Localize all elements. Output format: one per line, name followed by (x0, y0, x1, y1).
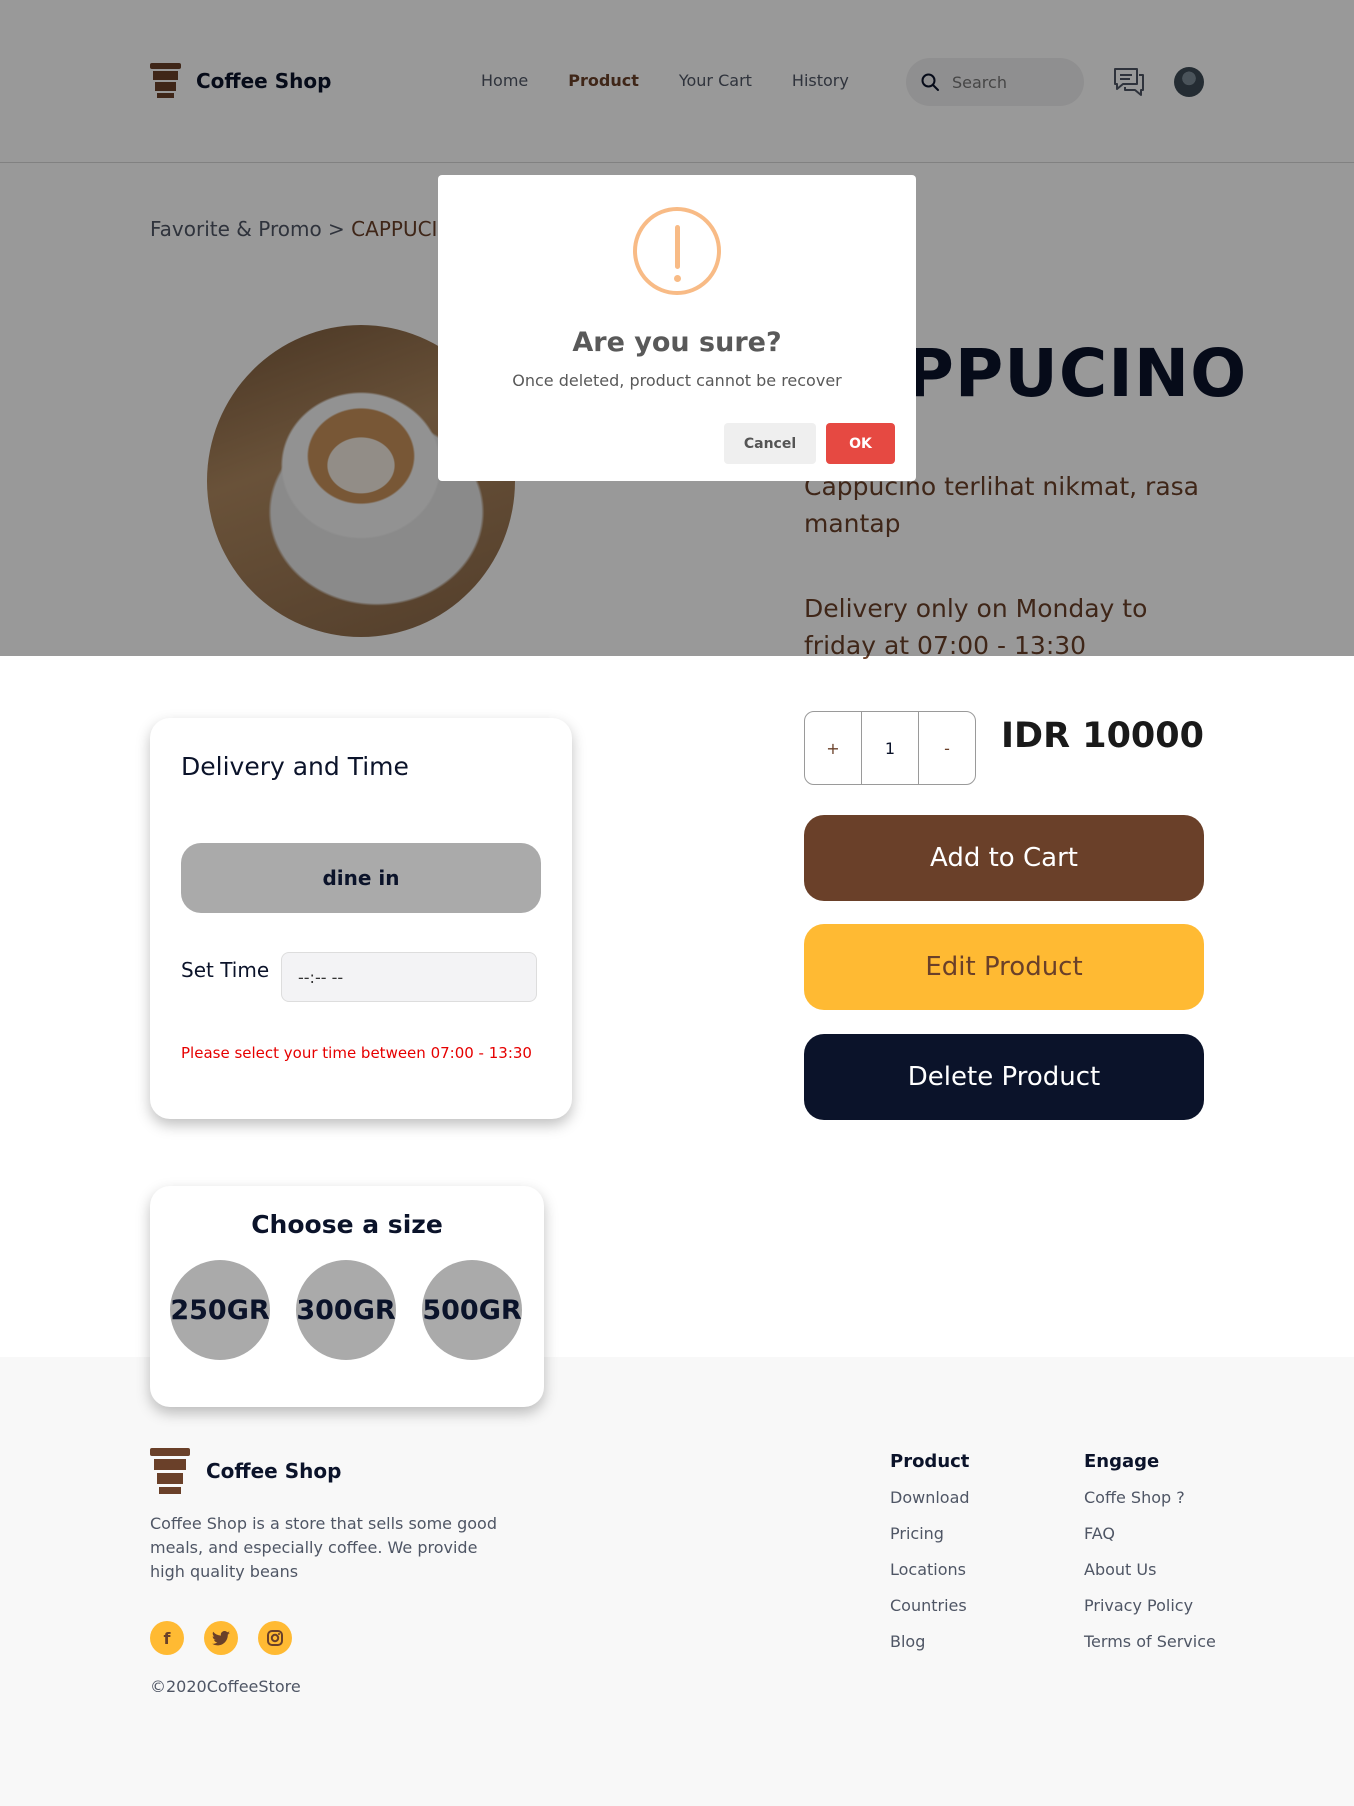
size-option-250gr[interactable]: 250GR (170, 1260, 270, 1360)
footer-brand-name: Coffee Shop (206, 1459, 342, 1483)
delivery-card-title: Delivery and Time (181, 752, 409, 781)
footer-link-coffe-shop[interactable]: Coffe Shop ? (1084, 1488, 1216, 1507)
dine-in-button[interactable]: dine in (181, 843, 541, 913)
footer-link-download[interactable]: Download (890, 1488, 970, 1507)
add-to-cart-button[interactable]: Add to Cart (804, 815, 1204, 901)
footer-link-locations[interactable]: Locations (890, 1560, 970, 1579)
copyright: ©2020CoffeeStore (150, 1677, 301, 1696)
footer-product-column: Product Download Pricing Locations Count… (890, 1451, 970, 1668)
ok-button[interactable]: OK (826, 423, 895, 464)
delete-product-button[interactable]: Delete Product (804, 1034, 1204, 1120)
footer-brand[interactable]: Coffee Shop (150, 1448, 341, 1494)
footer-link-countries[interactable]: Countries (890, 1596, 970, 1615)
footer-product-title: Product (890, 1451, 970, 1472)
footer-link-faq[interactable]: FAQ (1084, 1524, 1216, 1543)
quantity-stepper: + 1 - (804, 711, 976, 785)
footer-engage-title: Engage (1084, 1451, 1160, 1472)
dialog-message: Once deleted, product cannot be recover (512, 371, 842, 390)
quantity-minus-button[interactable]: - (919, 712, 975, 784)
size-card-title: Choose a size (251, 1210, 443, 1239)
edit-product-button[interactable]: Edit Product (804, 924, 1204, 1010)
footer-engage-column: Engage Coffe Shop ? FAQ About Us Privacy… (1084, 1451, 1216, 1668)
size-selector-card: Choose a size 250GR 300GR 500GR (150, 1186, 544, 1407)
footer-link-blog[interactable]: Blog (890, 1632, 970, 1651)
dialog-title: Are you sure? (572, 327, 782, 358)
footer-link-privacy-policy[interactable]: Privacy Policy (1084, 1596, 1216, 1615)
size-option-300gr[interactable]: 300GR (296, 1260, 396, 1360)
time-warning: Please select your time between 07:00 - … (181, 1044, 532, 1062)
confirm-delete-dialog: Are you sure? Once deleted, product cann… (438, 175, 916, 481)
cancel-button[interactable]: Cancel (724, 423, 816, 464)
quantity-plus-button[interactable]: + (805, 712, 862, 784)
size-option-500gr[interactable]: 500GR (422, 1260, 522, 1360)
delivery-time-card: Delivery and Time dine in Set Time Pleas… (150, 718, 572, 1119)
facebook-icon[interactable]: f (150, 1621, 184, 1655)
footer-link-about-us[interactable]: About Us (1084, 1560, 1216, 1579)
warning-icon (633, 207, 721, 295)
set-time-label: Set Time (181, 958, 270, 982)
twitter-icon[interactable] (204, 1621, 238, 1655)
footer-description: Coffee Shop is a store that sells some g… (150, 1514, 497, 1581)
social-links: f (150, 1621, 312, 1655)
quantity-value: 1 (862, 712, 919, 784)
time-input[interactable] (281, 952, 537, 1002)
instagram-icon[interactable] (258, 1621, 292, 1655)
footer-link-pricing[interactable]: Pricing (890, 1524, 970, 1543)
footer-link-terms-of-service[interactable]: Terms of Service (1084, 1632, 1216, 1651)
product-price: IDR 10000 (1001, 716, 1204, 756)
coffee-cup-icon (150, 1448, 190, 1494)
